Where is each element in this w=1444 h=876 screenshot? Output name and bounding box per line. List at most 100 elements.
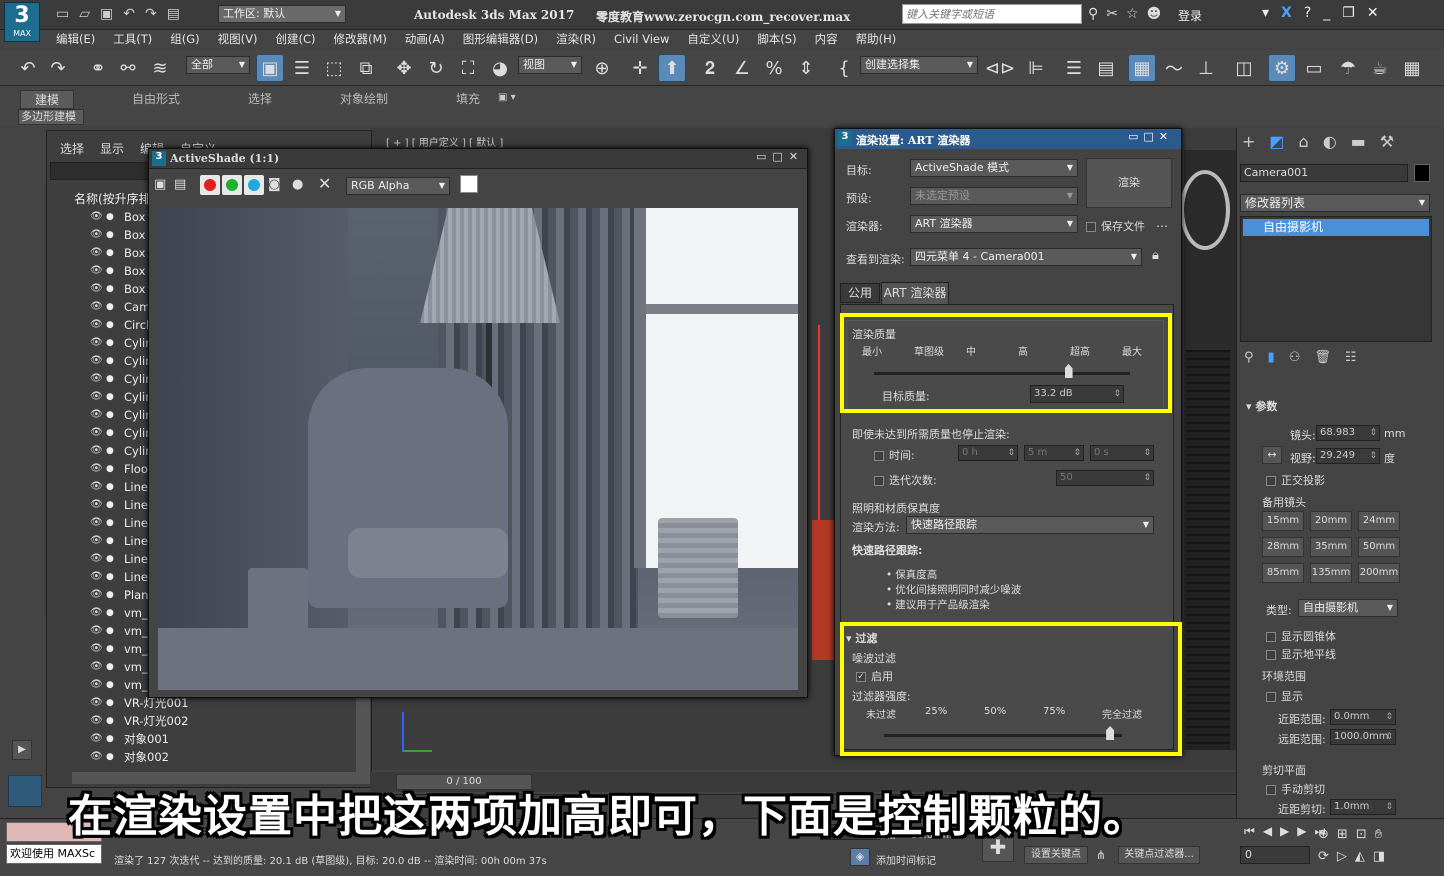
key-filters-button[interactable]: 关键点过滤器... <box>1118 846 1200 864</box>
menu-item-7[interactable]: 图形编辑器(D) <box>463 32 538 46</box>
snap-icon[interactable]: 𝟐 <box>696 54 724 82</box>
menu-item-0[interactable]: 编辑(E) <box>56 32 95 46</box>
modifier-list-dropdown[interactable]: 修改器列表 <box>1240 194 1430 212</box>
star-icon[interactable]: ☆ <box>1126 6 1147 22</box>
explorer-tab-0[interactable]: 选择 <box>60 142 84 156</box>
connect-icon[interactable]: ✂ <box>1106 6 1126 22</box>
visibility-icon[interactable]: 👁︎ <box>90 694 103 712</box>
render-icon[interactable]: ● <box>106 424 114 442</box>
object-name-field[interactable]: Camera001 <box>1240 164 1408 182</box>
time-check[interactable]: 时间: <box>874 447 915 463</box>
link-icon[interactable]: ⚭ <box>84 54 112 82</box>
dropdown-arrow-icon[interactable]: ▾ <box>1262 5 1281 21</box>
key-filter-icon[interactable]: ⋔ <box>1096 848 1106 862</box>
visibility-icon[interactable]: 👁︎ <box>90 514 103 532</box>
as-copy-icon[interactable]: ▤ <box>174 177 186 192</box>
binoculars-icon[interactable]: ⚲ <box>1088 6 1106 22</box>
visibility-icon[interactable]: 👁︎ <box>90 442 103 460</box>
move-icon[interactable]: ✥ <box>390 54 418 82</box>
angle-snap-icon[interactable]: ∠ <box>728 54 756 82</box>
hierarchy-tab-icon[interactable]: ⌂ <box>1299 132 1323 151</box>
visibility-icon[interactable]: 👁︎ <box>90 352 103 370</box>
viewport-label[interactable]: [ + ] [ 用户定义 ] [ 默认 ] <box>386 134 503 149</box>
visibility-icon[interactable]: 👁︎ <box>90 550 103 568</box>
layer-explorer-icon[interactable]: ☰ <box>1060 54 1088 82</box>
time-hours-spinner[interactable]: 0 h <box>958 445 1018 461</box>
visibility-icon[interactable]: 👁︎ <box>90 622 103 640</box>
search-input[interactable] <box>902 4 1082 24</box>
stock-lens-button[interactable]: 35mm <box>1310 537 1352 557</box>
undo-icon[interactable]: ↶ <box>123 6 145 22</box>
visibility-icon[interactable]: 👁︎ <box>90 388 103 406</box>
menu-item-13[interactable]: 帮助(H) <box>856 32 897 46</box>
menu-item-9[interactable]: Civil View <box>614 32 669 46</box>
unlink-icon[interactable]: ⚯ <box>114 54 142 82</box>
fov-direction-icon[interactable]: ↔ <box>1262 446 1282 464</box>
utilities-tab-icon[interactable]: ⚒ <box>1380 132 1408 151</box>
render-icon[interactable]: ● <box>106 244 114 262</box>
render-icon[interactable]: ● <box>106 370 114 388</box>
pin-stack-icon[interactable]: ⚲ <box>1244 350 1268 365</box>
visibility-icon[interactable]: 👁︎ <box>90 334 103 352</box>
motion-tab-icon[interactable]: ◐ <box>1323 132 1351 151</box>
stock-lens-button[interactable]: 15mm <box>1262 511 1304 531</box>
render-icon[interactable]: ● <box>106 460 114 478</box>
visibility-icon[interactable]: 👁︎ <box>90 532 103 550</box>
params-rollout-header[interactable]: ▾ 参数 <box>1246 398 1277 414</box>
minimize-icon[interactable]: _ <box>1323 5 1342 21</box>
red-channel-icon[interactable] <box>200 175 220 195</box>
time-minutes-spinner[interactable]: 5 m <box>1024 445 1084 461</box>
renderer-dropdown[interactable]: ART 渲染器 <box>910 215 1078 233</box>
spinner-snap-icon[interactable]: ⇕ <box>792 54 820 82</box>
edit-named-sel-icon[interactable]: { <box>830 54 858 82</box>
show-cone-check[interactable]: 显示圆锥体 <box>1266 628 1336 644</box>
more-options-button[interactable]: … <box>1156 216 1168 230</box>
visibility-icon[interactable]: 👁︎ <box>90 262 103 280</box>
mono-icon[interactable]: ● <box>292 177 303 192</box>
make-unique-icon[interactable]: ⚇ <box>1289 350 1315 365</box>
visibility-icon[interactable]: 👁︎ <box>90 298 103 316</box>
visibility-icon[interactable]: 👁︎ <box>90 586 103 604</box>
ortho-check[interactable]: 正交投影 <box>1266 472 1325 488</box>
render-icon[interactable]: ● <box>106 298 114 316</box>
swatch-white[interactable] <box>460 175 478 193</box>
save-file-check[interactable]: 保存文件 <box>1086 218 1145 234</box>
undo-icon[interactable]: ↶ <box>14 54 42 82</box>
project-icon[interactable]: ▤ <box>167 6 190 22</box>
curve-editor-icon[interactable]: 〜 <box>1160 54 1188 82</box>
menu-item-12[interactable]: 内容 <box>815 32 838 46</box>
menu-item-11[interactable]: 脚本(S) <box>757 32 796 46</box>
app-logo[interactable]: 3 MAX <box>4 2 40 42</box>
scene-list-item[interactable]: 👁︎ ● 对象002 <box>86 748 356 766</box>
render-icon[interactable]: ● <box>106 352 114 370</box>
viewport-layout-icon[interactable] <box>8 775 42 807</box>
select-manipulate-icon[interactable]: ✛ <box>626 54 654 82</box>
toggle-ribbon-icon[interactable]: ▤ <box>1092 54 1120 82</box>
redo-icon[interactable]: ↷ <box>44 54 72 82</box>
render-icon[interactable]: ● <box>106 622 114 640</box>
ribbon-options-icon[interactable]: ▣ ▾ <box>498 92 516 103</box>
add-time-tag[interactable]: 添加时间标记 <box>876 852 936 867</box>
visibility-icon[interactable]: 👁︎ <box>90 604 103 622</box>
rs-close-icon[interactable]: ✕ <box>1159 130 1173 143</box>
menu-item-8[interactable]: 渲染(R) <box>556 32 596 46</box>
visibility-icon[interactable]: 👁︎ <box>90 370 103 388</box>
render-icon[interactable]: ● <box>106 496 114 514</box>
object-color-swatch[interactable] <box>1414 164 1430 182</box>
alpha-channel-icon[interactable]: ◙ <box>268 177 281 192</box>
workspace-dropdown[interactable]: 工作区: 默认 <box>218 5 346 23</box>
iter-spinner[interactable]: 50 <box>1056 470 1154 486</box>
set-key-button[interactable]: 设置关键点 <box>1024 846 1088 864</box>
expand-arrow-button[interactable]: ▶ <box>12 740 32 760</box>
as-minimize-icon[interactable]: ▭ <box>756 150 772 163</box>
menu-item-4[interactable]: 创建(C) <box>275 32 315 46</box>
visibility-icon[interactable]: 👁︎ <box>90 640 103 658</box>
render-icon[interactable]: ● <box>106 568 114 586</box>
orbit-icon[interactable]: ⟳ <box>1318 849 1337 864</box>
save-file-icon[interactable]: ▣ <box>100 6 123 22</box>
render-icon[interactable]: ● <box>106 730 114 748</box>
time-tag-icon[interactable]: ◈ <box>850 848 870 866</box>
render-icon[interactable]: ● <box>106 280 114 298</box>
stock-lens-button[interactable]: 85mm <box>1262 563 1304 583</box>
align-icon[interactable]: ⊫ <box>1022 54 1050 82</box>
